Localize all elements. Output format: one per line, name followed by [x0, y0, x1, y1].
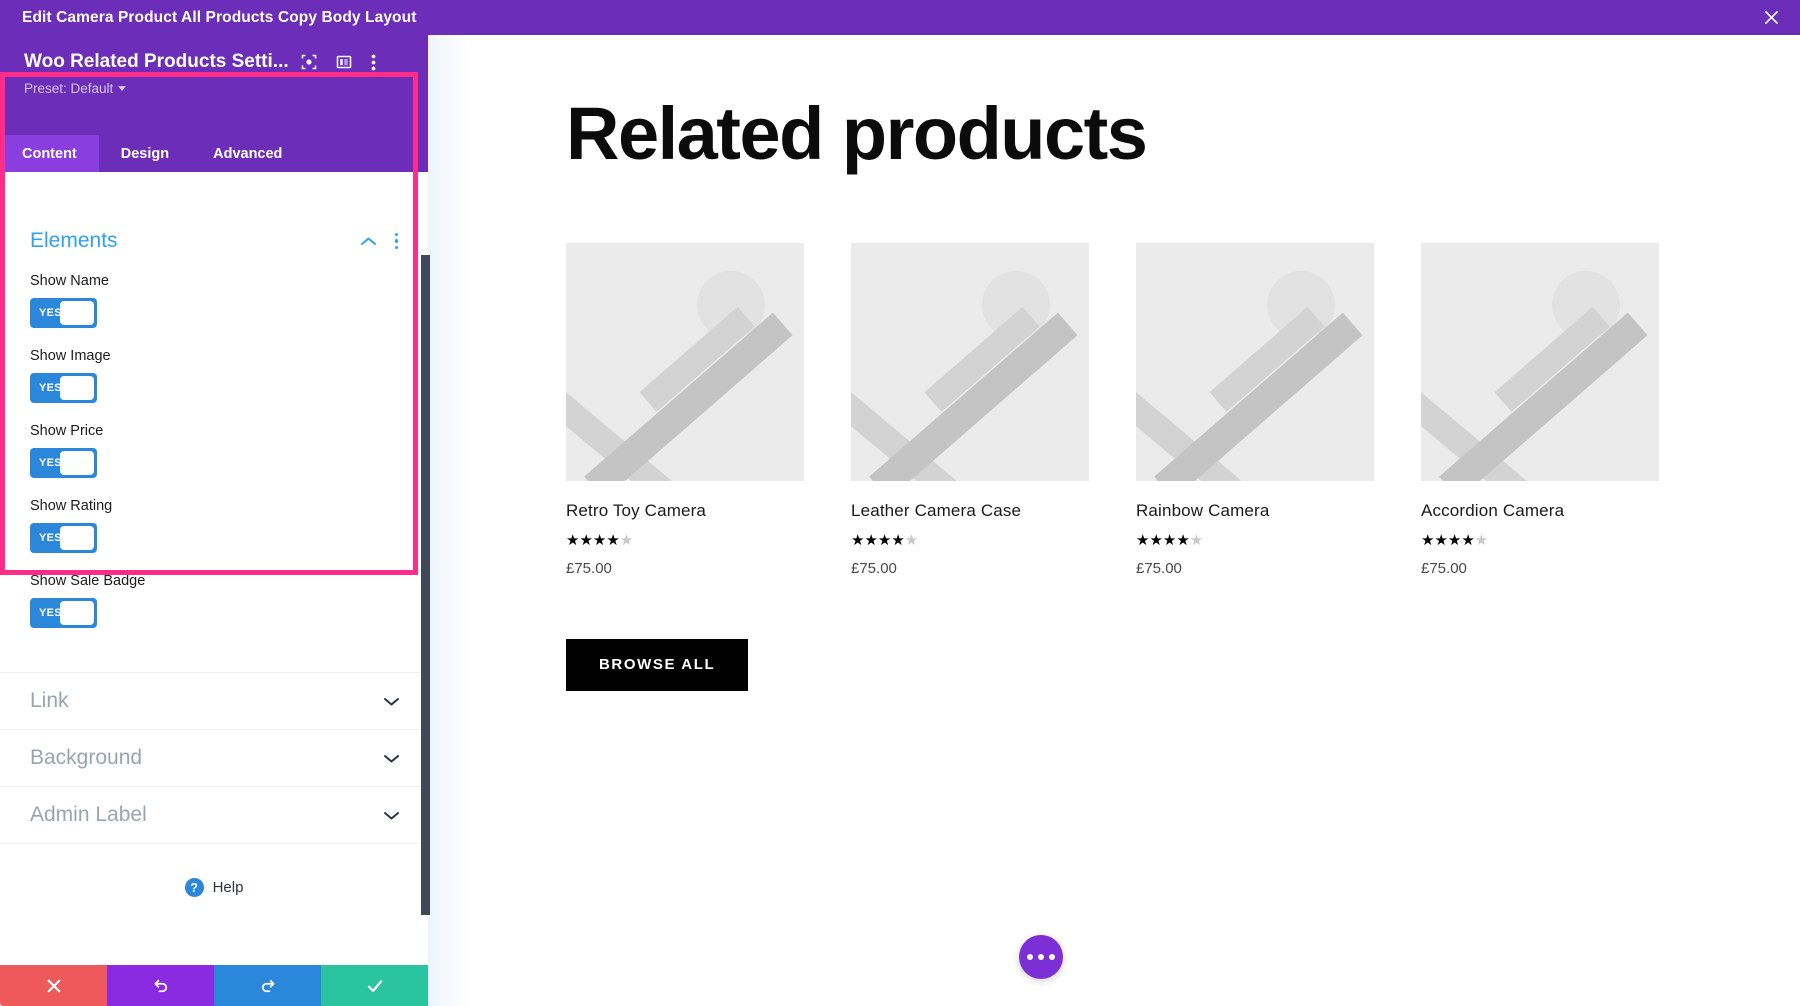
settings-tabs: Content Design Advanced [0, 135, 428, 172]
toggle-knob [60, 301, 94, 325]
chevron-down-icon[interactable] [383, 810, 400, 821]
chevron-down-icon [118, 86, 127, 91]
toggle-knob [60, 601, 94, 625]
show-name-toggle-value: YES [39, 307, 62, 319]
product-name[interactable]: Leather Camera Case [851, 501, 1089, 521]
module-settings-panel: Woo Related Products Setti... Preset: De… [0, 35, 430, 1006]
show-rating-toggle[interactable]: YES [30, 523, 97, 553]
divi-builder-screen: Edit Camera Product All Products Copy Bo… [0, 0, 1800, 1006]
product-price: £75.00 [1136, 559, 1182, 577]
page-preview: Related products Retro Toy Camera ★★★★★ … [428, 35, 1800, 1006]
settings-group-admin-label[interactable]: Admin Label [0, 786, 428, 843]
show-image-toggle-value: YES [39, 382, 62, 394]
placeholder-mountain-right [584, 312, 793, 481]
product-name[interactable]: Rainbow Camera [1136, 501, 1374, 521]
show-sale-badge-label: Show Sale Badge [30, 573, 146, 589]
field-show-sale-badge: Show Sale Badge YES [30, 573, 400, 628]
placeholder-mountain-right [869, 312, 1078, 481]
product-name[interactable]: Accordion Camera [1421, 501, 1659, 521]
help-label: Help [212, 879, 244, 896]
field-show-rating: Show Rating YES [30, 498, 400, 553]
product-name[interactable]: Retro Toy Camera [566, 501, 804, 521]
product-card[interactable]: Rainbow Camera ★★★★★ £75.00 [1136, 242, 1374, 577]
elements-more-icon[interactable] [393, 231, 401, 252]
show-image-toggle[interactable]: YES [30, 373, 97, 403]
product-rating: ★★★★★ [566, 531, 634, 549]
panel-layout-icon[interactable] [336, 54, 352, 70]
field-show-name: Show Name YES [30, 273, 400, 328]
show-sale-badge-toggle-value: YES [39, 607, 62, 619]
product-card[interactable]: Leather Camera Case ★★★★★ £75.00 [851, 242, 1089, 577]
chevron-down-icon[interactable] [383, 753, 400, 764]
redo-button[interactable] [214, 965, 321, 1006]
cancel-button[interactable] [0, 965, 107, 1006]
dot [1049, 954, 1055, 960]
help-icon: ? [184, 878, 204, 897]
panel-header-icons [301, 54, 376, 71]
background-group-title: Background [30, 746, 143, 769]
show-price-toggle[interactable]: YES [30, 448, 97, 478]
product-image-placeholder [566, 242, 804, 481]
product-grid: Retro Toy Camera ★★★★★ £75.00 Leather Ca… [566, 242, 1800, 577]
preset-label: Preset: Default [24, 81, 114, 96]
save-button[interactable] [321, 965, 428, 1006]
product-price: £75.00 [1421, 559, 1467, 577]
admin-label-group-title: Admin Label [30, 803, 147, 826]
show-name-toggle[interactable]: YES [30, 298, 97, 328]
tab-advanced[interactable]: Advanced [191, 135, 304, 172]
settings-group-background[interactable]: Background [0, 729, 428, 786]
chevron-down-icon[interactable] [383, 696, 400, 707]
tab-content[interactable]: Content [0, 135, 99, 172]
elements-group-title: Elements [30, 229, 118, 252]
show-rating-toggle-value: YES [39, 532, 62, 544]
panel-title: Woo Related Products Setti... [24, 51, 289, 72]
product-card[interactable]: Accordion Camera ★★★★★ £75.00 [1421, 242, 1659, 577]
top-bar: Edit Camera Product All Products Copy Bo… [0, 0, 1800, 35]
product-image-placeholder [851, 242, 1089, 481]
help-button[interactable]: ? Help [0, 878, 428, 897]
dot [1038, 954, 1044, 960]
show-image-label: Show Image [30, 348, 111, 364]
product-image-placeholder [1421, 242, 1659, 481]
field-show-image: Show Image YES [30, 348, 400, 403]
toggle-knob [60, 451, 94, 475]
product-rating: ★★★★★ [851, 531, 919, 549]
show-price-toggle-value: YES [39, 457, 62, 469]
product-image-placeholder [1136, 242, 1374, 481]
product-card[interactable]: Retro Toy Camera ★★★★★ £75.00 [566, 242, 804, 577]
product-rating: ★★★★★ [1421, 531, 1489, 549]
show-price-label: Show Price [30, 423, 104, 439]
close-icon[interactable] [1756, 3, 1786, 33]
page-title: Edit Camera Product All Products Copy Bo… [22, 8, 417, 26]
placeholder-mountain-right [1439, 312, 1648, 481]
focus-target-icon[interactable] [301, 54, 317, 70]
tab-design[interactable]: Design [99, 135, 191, 172]
page-settings-fab[interactable] [1019, 935, 1063, 979]
related-products-heading: Related products [566, 92, 1148, 175]
product-price: £75.00 [566, 559, 612, 577]
link-group-title: Link [30, 689, 69, 712]
placeholder-mountain-right [1154, 312, 1363, 481]
toggle-knob [60, 376, 94, 400]
elements-group-header[interactable]: Elements [30, 229, 400, 253]
show-name-label: Show Name [30, 273, 109, 289]
settings-group-link[interactable]: Link [0, 672, 428, 729]
browse-all-button[interactable]: BROWSE ALL [566, 638, 749, 691]
show-rating-label: Show Rating [30, 498, 113, 514]
undo-button[interactable] [107, 965, 214, 1006]
product-price: £75.00 [851, 559, 897, 577]
dot [1027, 954, 1033, 960]
panel-body: Elements Show Name YES Show Image YES Sh… [0, 207, 428, 968]
panel-header: Woo Related Products Setti... Preset: De… [0, 35, 428, 135]
preset-selector[interactable]: Preset: Default [24, 81, 127, 96]
panel-scrollbar[interactable] [421, 255, 430, 915]
panel-action-bar [0, 965, 428, 1006]
show-sale-badge-toggle[interactable]: YES [30, 598, 97, 628]
toggle-knob [60, 526, 94, 550]
field-show-price: Show Price YES [30, 423, 400, 478]
product-rating: ★★★★★ [1136, 531, 1204, 549]
more-vertical-icon[interactable] [371, 54, 376, 71]
settings-group-elements: Elements Show Name YES Show Image YES Sh… [0, 207, 428, 628]
chevron-up-icon[interactable] [360, 236, 377, 247]
